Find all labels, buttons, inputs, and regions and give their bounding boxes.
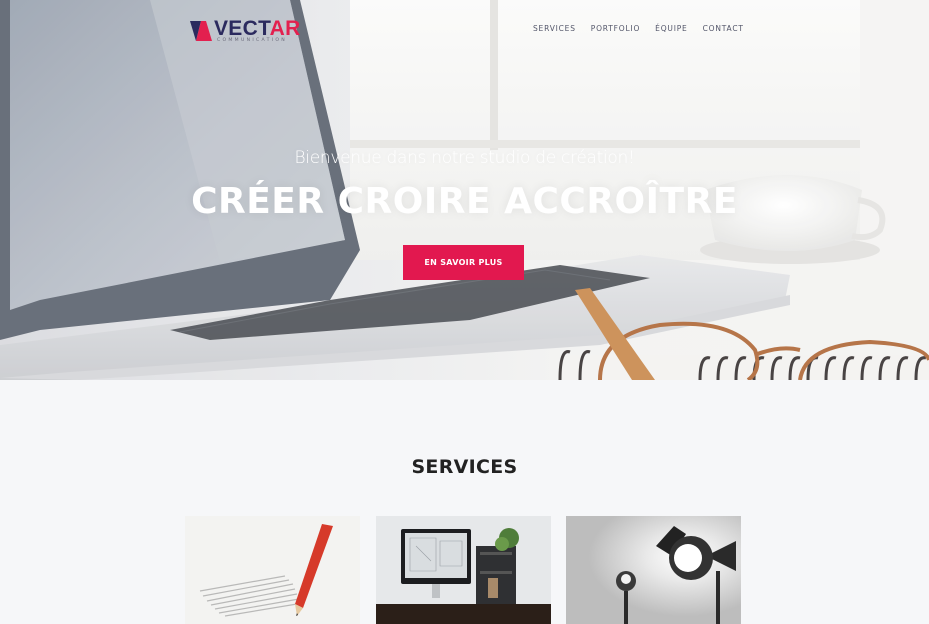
hero-section: VECTAR COMMUNICATION SERVICES PORTFOLIO …	[0, 0, 929, 380]
brand-tagline: COMMUNICATION	[217, 38, 288, 43]
brand-name: VECTAR	[214, 17, 301, 40]
hero-title: CRÉER CROIRE ACCROÎTRE	[191, 181, 738, 222]
nav-link-services[interactable]: SERVICES	[533, 24, 576, 33]
studio-light-image	[566, 516, 741, 624]
nav-link-contact[interactable]: CONTACT	[703, 24, 744, 33]
services-heading: SERVICES	[411, 456, 518, 478]
learn-more-button[interactable]: EN SAVOIR PLUS	[403, 245, 524, 280]
service-card-photo[interactable]	[566, 516, 741, 624]
service-card-design[interactable]	[185, 516, 360, 624]
pencil-drawing-image	[185, 516, 360, 624]
nav-link-portfolio[interactable]: PORTFOLIO	[591, 24, 640, 33]
nav-link-equipe[interactable]: ÉQUIPE	[655, 24, 687, 33]
hero-subtitle: Bienvenue dans notre studio de création!	[294, 148, 635, 168]
logo-triangle-icon	[190, 21, 212, 41]
service-card-web[interactable]	[376, 516, 551, 624]
main-nav: SERVICES PORTFOLIO ÉQUIPE CONTACT	[533, 24, 759, 33]
desk-workspace-image	[376, 516, 551, 624]
brand-logo[interactable]: VECTAR COMMUNICATION	[190, 17, 301, 43]
